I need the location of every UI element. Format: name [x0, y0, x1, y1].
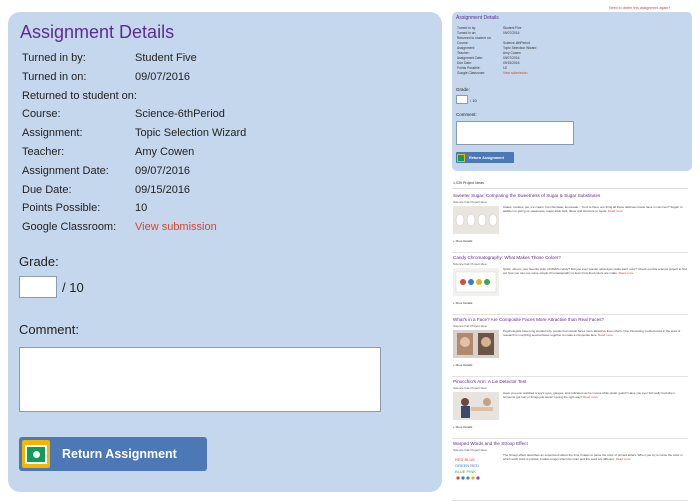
- read-more-link[interactable]: Read more: [616, 457, 631, 461]
- project-idea-item: What's in a Face? Are Composite Faces Mo…: [452, 317, 688, 377]
- mini-detail-value: 09/15/2016: [503, 61, 520, 65]
- detail-label-assignment: Assignment:: [22, 127, 83, 139]
- mini-grade-input[interactable]: [456, 95, 468, 104]
- assignment-details-panel: Assignment Details Turned in by: Student…: [8, 12, 442, 492]
- project-ideas-count: 1,039 Project Ideas: [453, 181, 484, 185]
- mini-detail-label: Returned to student on:: [457, 36, 492, 40]
- detail-label-turned-in-on: Turned in on:: [22, 71, 87, 83]
- google-classroom-icon: [22, 440, 50, 468]
- view-submission-link[interactable]: View submission: [135, 221, 217, 233]
- project-idea-title[interactable]: What's in a Face? Are Composite Faces Mo…: [453, 317, 604, 322]
- detail-value-course: Science-6thPeriod: [135, 108, 225, 120]
- project-idea-item: Warped Words and the Stroop Effect Scien…: [452, 441, 688, 501]
- project-idea-meta: Science Fair Project Idea: [453, 262, 487, 266]
- more-details-link[interactable]: + More Details: [453, 301, 472, 305]
- detail-label-assignment-date: Assignment Date:: [22, 165, 109, 177]
- project-idea-title[interactable]: Candy Chromatography: What Makes Those C…: [453, 255, 561, 260]
- mini-comment-textarea[interactable]: [456, 121, 574, 145]
- project-idea-thumbnail: RED BLUE GREEN RED BLUE PINK: [453, 454, 499, 482]
- project-idea-meta: Science Fair Project Idea: [453, 448, 487, 452]
- divider: [452, 188, 688, 189]
- project-idea-title[interactable]: Pinocchio's Arm: A Lie Detector Test: [453, 379, 526, 384]
- mini-assignment-panel: Assignment Details Turned in by: Student…: [452, 12, 692, 171]
- mini-detail-label: Due Date:: [457, 61, 472, 65]
- mini-detail-label: Turned in by:: [457, 26, 477, 30]
- read-more-link[interactable]: Read more: [619, 271, 634, 275]
- mini-detail-value: Topic Selection Wizard: [503, 46, 537, 50]
- read-more-link[interactable]: Read more: [608, 209, 623, 213]
- detail-label-google-classroom: Google Classroom:: [22, 221, 117, 233]
- panel-title: Assignment Details: [20, 22, 175, 42]
- mini-view-submission-link[interactable]: View submission: [503, 71, 528, 75]
- detail-value-assignment: Topic Selection Wizard: [135, 127, 247, 139]
- mini-detail-value: Student Five: [503, 26, 522, 30]
- delete-hint-link[interactable]: Need to delete this assignment again?: [609, 6, 670, 10]
- read-more-link[interactable]: Read more: [598, 333, 613, 337]
- detail-value-due-date: 09/15/2016: [135, 184, 191, 196]
- mini-detail-value: 09/07/2016: [503, 31, 520, 35]
- detail-value-points-possible: 10: [135, 202, 148, 214]
- mini-detail-value: Amy Cowen: [503, 51, 521, 55]
- grade-label: Grade:: [19, 254, 59, 269]
- project-idea-item: Sweeter Sugar: Comparing the Sweetness o…: [452, 193, 688, 253]
- detail-label-teacher: Teacher:: [22, 146, 65, 158]
- detail-value-assignment-date: 09/07/2016: [135, 165, 191, 177]
- svg-text:RED BLUE: RED BLUE: [455, 457, 475, 462]
- svg-text:GREEN RED: GREEN RED: [455, 463, 479, 468]
- project-idea-title[interactable]: Warped Words and the Stroop Effect: [453, 441, 528, 446]
- detail-value-turned-in-by: Student Five: [135, 52, 197, 64]
- return-assignment-button[interactable]: Return Assignment: [19, 437, 207, 471]
- comment-label: Comment:: [19, 322, 79, 337]
- project-idea-thumbnail: [453, 206, 499, 234]
- mini-detail-label: Turned in on:: [457, 31, 477, 35]
- mini-return-assignment-button[interactable]: Return Assignment: [456, 152, 514, 163]
- detail-label-points-possible: Points Possible:: [22, 202, 101, 214]
- project-idea-meta: Science Fair Project Idea: [453, 386, 487, 390]
- project-idea-item: Candy Chromatography: What Makes Those C…: [452, 255, 688, 315]
- mini-detail-label: Points Possible:: [457, 66, 481, 70]
- project-idea-title[interactable]: Sweeter Sugar: Comparing the Sweetness o…: [453, 193, 600, 198]
- project-idea-summary: Have you ever watched a spy's eyes, gaug…: [503, 391, 675, 399]
- mini-grade-label: Grade:: [456, 87, 470, 92]
- more-details-link[interactable]: + More Details: [453, 239, 472, 243]
- grade-out-of: / 10: [62, 280, 84, 295]
- mini-detail-label: Course:: [457, 41, 469, 45]
- project-idea-meta: Science Fair Project Idea: [453, 200, 487, 204]
- mini-comment-label: Comment:: [456, 112, 477, 117]
- mini-panel-title: Assignment Details: [456, 15, 499, 21]
- return-assignment-label: Return Assignment: [62, 447, 177, 461]
- mini-grade-out-of: / 10: [470, 98, 477, 103]
- mini-detail-label: Assignment:: [457, 46, 476, 50]
- project-idea-summary: Psychologists have long studied why peop…: [503, 329, 681, 337]
- more-details-link[interactable]: + More Details: [453, 363, 472, 367]
- mini-detail-value: 10: [503, 66, 507, 70]
- project-idea-summary: Quick, what is your favorite color of M&…: [503, 267, 687, 275]
- detail-label-returned-on: Returned to student on:: [22, 90, 137, 102]
- detail-value-turned-in-on: 09/07/2016: [135, 71, 191, 83]
- project-idea-item: Pinocchio's Arm: A Lie Detector Test Sci…: [452, 379, 688, 439]
- mini-detail-value: 09/07/2016: [503, 56, 520, 60]
- detail-value-teacher: Amy Cowen: [135, 146, 195, 158]
- mini-detail-value: Science-6thPeriod: [503, 41, 530, 45]
- detail-label-course: Course:: [22, 108, 61, 120]
- more-details-link[interactable]: + More Details: [453, 425, 472, 429]
- project-idea-summary: Cakes, cookies, pie, ice cream, hot choc…: [503, 205, 683, 213]
- mini-detail-label: Google Classroom:: [457, 71, 486, 75]
- detail-label-turned-in-by: Turned in by:: [22, 52, 86, 64]
- project-idea-thumbnail: [453, 268, 499, 296]
- read-more-link[interactable]: Read more: [583, 395, 598, 399]
- google-classroom-icon: [457, 153, 465, 162]
- svg-text:BLUE PINK: BLUE PINK: [455, 469, 476, 474]
- detail-label-due-date: Due Date:: [22, 184, 72, 196]
- mini-detail-label: Teacher:: [457, 51, 470, 55]
- mini-return-label: Return Assignment: [469, 155, 504, 160]
- comment-textarea[interactable]: [19, 347, 381, 412]
- mini-detail-label: Assignment Date:: [457, 56, 484, 60]
- project-idea-summary: The Stroop effect describes an experimen…: [503, 453, 683, 461]
- project-idea-thumbnail: [453, 392, 499, 420]
- project-idea-thumbnail: [453, 330, 499, 358]
- grade-input[interactable]: [19, 276, 57, 298]
- project-idea-meta: Science Fair Project Idea: [453, 324, 487, 328]
